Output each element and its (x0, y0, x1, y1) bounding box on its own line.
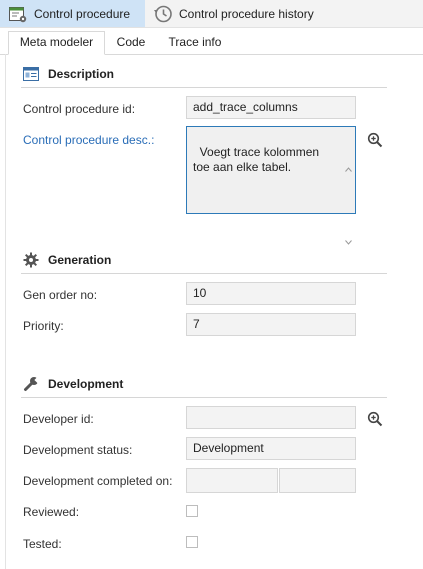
development-completed-date-field[interactable] (186, 468, 278, 493)
developer-id-field[interactable] (186, 406, 356, 429)
section-development-title: Development (48, 377, 124, 391)
tab-control-procedure-history[interactable]: Control procedure history (145, 0, 345, 27)
gen-order-no-field[interactable]: 10 (186, 282, 356, 305)
section-generation-title: Generation (48, 253, 112, 267)
control-procedure-id-field[interactable]: add_trace_columns (186, 96, 356, 119)
zoom-description-icon[interactable] (367, 132, 383, 148)
tested-label: Tested: (23, 537, 62, 551)
section-description-title: Description (48, 67, 115, 81)
developer-id-label: Developer id: (23, 412, 94, 426)
gear-icon (23, 252, 39, 268)
priority-label: Priority: (23, 319, 64, 333)
gen-order-no-label: Gen order no: (23, 288, 98, 302)
tested-checkbox[interactable] (186, 536, 198, 548)
development-completed-label: Development completed on: (23, 474, 173, 488)
development-status-field[interactable]: Development (186, 437, 356, 460)
section-development: Development (21, 373, 387, 398)
description-icon (23, 66, 39, 82)
control-procedure-desc-textarea[interactable]: Voegt trace kolommen toe aan elke tabel. (186, 126, 356, 245)
development-status-label: Development status: (23, 443, 133, 457)
history-icon (153, 4, 173, 24)
scroll-up-icon[interactable] (345, 131, 352, 172)
tab-code[interactable]: Code (109, 32, 153, 54)
panel-border (5, 54, 6, 569)
top-tab-bar: Control procedure Control procedure hist… (0, 0, 423, 28)
control-procedure-desc-label[interactable]: Control procedure desc.: (23, 133, 154, 147)
zoom-developer-icon[interactable] (367, 411, 383, 427)
procedure-settings-icon (8, 4, 28, 24)
tab-control-procedure-label: Control procedure (34, 6, 131, 21)
wrench-icon (23, 376, 41, 392)
section-generation: Generation (21, 249, 387, 274)
tab-meta-modeler[interactable]: Meta modeler (8, 31, 105, 55)
priority-field[interactable]: 7 (186, 313, 356, 336)
control-procedure-id-label: Control procedure id: (23, 102, 136, 116)
reviewed-label: Reviewed: (23, 505, 80, 519)
control-procedure-desc-text: Voegt trace kolommen toe aan elke tabel. (193, 145, 323, 174)
scroll-down-icon[interactable] (345, 204, 352, 245)
development-completed-time-field[interactable] (279, 468, 356, 493)
tab-trace-info[interactable]: Trace info (160, 32, 230, 54)
tab-history-label: Control procedure history (179, 6, 314, 21)
tab-control-procedure[interactable]: Control procedure (0, 0, 145, 27)
sub-tab-bar: Meta modeler Code Trace info (0, 28, 423, 55)
section-description: Description (21, 63, 387, 88)
reviewed-checkbox[interactable] (186, 505, 198, 517)
